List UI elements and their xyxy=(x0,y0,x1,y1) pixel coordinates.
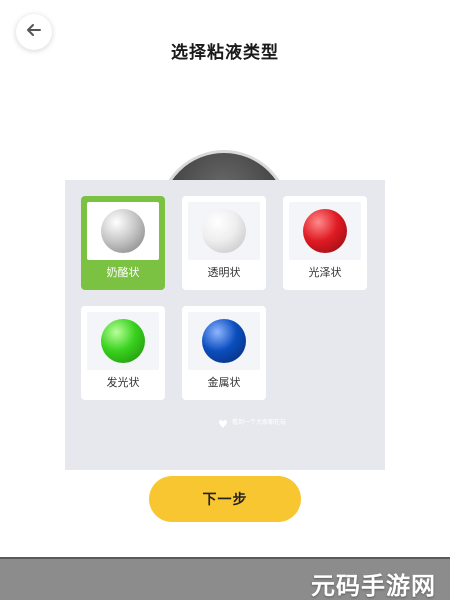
slime-ball-glow xyxy=(101,319,145,363)
slime-card-label: 奶酪状 xyxy=(106,266,140,279)
swatch xyxy=(87,202,159,260)
slime-card-label: 光泽状 xyxy=(308,266,342,279)
slime-card-label: 金属状 xyxy=(207,376,241,389)
watermark-text: 看到一个大家都在玩 xyxy=(232,419,287,426)
brand-logo-text: 元码手游网 xyxy=(311,572,436,600)
next-step-button[interactable]: 下一步 xyxy=(149,476,301,522)
slime-ball-cheese xyxy=(101,209,145,253)
slime-card-glow[interactable]: 发光状 xyxy=(81,306,165,400)
swatch xyxy=(188,312,260,370)
swatch xyxy=(289,202,361,260)
watermark: ♥ 看到一个大家都在玩 xyxy=(218,418,338,431)
swatch xyxy=(188,202,260,260)
swatch xyxy=(87,312,159,370)
slime-card-metallic[interactable]: 金属状 xyxy=(182,306,266,400)
slime-ball-clear xyxy=(202,209,246,253)
slime-card-label: 透明状 xyxy=(207,266,241,279)
slime-ball-metallic xyxy=(202,319,246,363)
page-title: 选择粘液类型 xyxy=(171,43,279,63)
slime-ball-glossy xyxy=(303,209,347,253)
slime-card-glossy[interactable]: 光泽状 xyxy=(283,196,367,290)
footer-bar: 元码手游网 xyxy=(0,557,450,600)
slime-card-label: 发光状 xyxy=(106,376,140,389)
heart-icon: ♥ xyxy=(218,418,228,431)
slime-card-cheese[interactable]: 奶酪状 xyxy=(81,196,165,290)
slime-card-clear[interactable]: 透明状 xyxy=(182,196,266,290)
